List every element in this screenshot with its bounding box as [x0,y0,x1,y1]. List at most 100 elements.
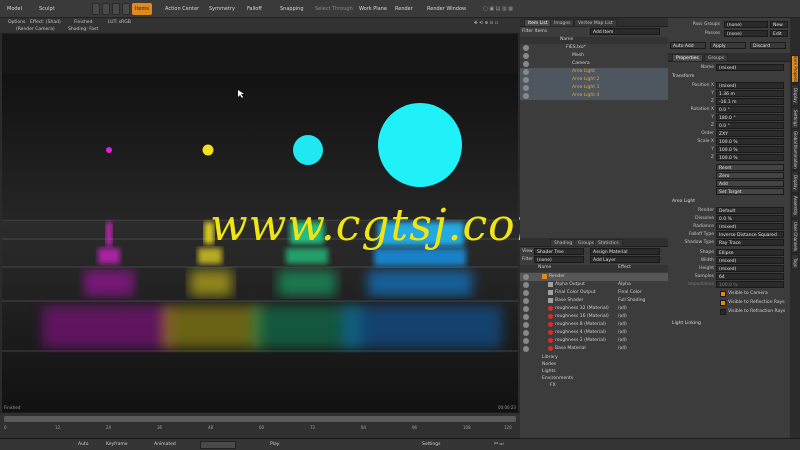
polygon-select-icon[interactable] [112,3,120,15]
visibility-eye-icon[interactable] [523,274,529,280]
visibility-eye-icon[interactable] [523,290,529,296]
shader-row[interactable]: Base Material (all) [520,345,668,353]
model-tab[interactable]: Model [4,3,25,15]
layout-icons[interactable]: ▢ ▣ ▤ ▥ ▦ [480,3,516,15]
position-z-field[interactable]: -16.1 m [716,98,784,105]
auto-add-button[interactable]: Auto Add [670,42,706,49]
pass-groups-dropdown[interactable]: (none) [724,21,768,28]
add-layer-dropdown[interactable]: Add Layer [590,256,660,263]
falloff-type-dropdown[interactable]: Inverse Distance Squared [716,231,784,238]
list-item[interactable]: Area Light 2 [520,76,668,84]
side-tab-settings[interactable]: Settings [791,107,799,129]
dissolve-field[interactable]: 0.0 % [716,215,784,222]
visibility-eye-icon[interactable] [523,282,529,288]
view-dropdown[interactable]: Shader Tree [534,248,584,255]
play-button[interactable]: Play [268,441,281,449]
column-effect-header[interactable]: Effect [618,264,631,272]
area-light-1[interactable] [106,147,112,153]
width-field[interactable]: (mixed) [716,257,784,264]
side-tab-display[interactable]: Display [791,84,799,106]
shape-dropdown[interactable]: Ellipse [716,249,784,256]
visible-to-camera-checkbox[interactable] [720,291,726,297]
discard-button[interactable]: Discard [750,42,786,49]
tab-shading[interactable]: Shading [550,239,577,247]
area-light-4[interactable] [378,103,462,187]
viewport-nav-icons[interactable]: ✥ ⟲ ⊕ ⊙ ▫ [474,20,498,27]
snapping-button[interactable]: Snapping [277,3,307,15]
folder-fx[interactable]: FX [550,382,556,390]
position-x-field[interactable]: (mixed) [716,82,784,89]
shader-row[interactable]: roughness 4 (Material) (all) [520,329,668,337]
apply-button[interactable]: Apply [710,42,746,49]
area-light-header[interactable]: Area Light [672,198,695,206]
passes-dropdown[interactable]: (none) [724,30,768,37]
list-item[interactable]: Camera [520,60,668,68]
visibility-eye-icon[interactable] [523,346,529,352]
area-light-3[interactable] [293,135,323,165]
sculpt-tab[interactable]: Sculpt [36,3,58,15]
timeline-ruler[interactable]: 0 12 24 36 48 60 72 84 96 108 120 [4,423,516,437]
shadow-type-dropdown[interactable]: Ray Trace [716,239,784,246]
add-button[interactable]: Add [716,180,784,187]
shader-row[interactable]: Render [520,273,668,281]
visibility-eye-icon[interactable] [523,314,529,320]
side-tab-display-2[interactable]: Display [791,171,799,193]
list-item[interactable]: Area Light [520,68,668,76]
position-y-field[interactable]: 1.36 m [716,90,784,97]
items-mode-button[interactable]: Items [132,3,152,15]
filter-dropdown[interactable]: (none) [534,256,584,263]
scale-z-field[interactable]: 100.0 % [716,154,784,161]
visibility-eye-icon[interactable] [523,338,529,344]
shader-row[interactable]: Base Shader Full Shading [520,297,668,305]
shader-row[interactable]: roughness 2 (Material) (all) [520,337,668,345]
playback-icons[interactable]: ⏮ ⏭ [492,441,506,449]
height-field[interactable]: (mixed) [716,265,784,272]
add-item-dropdown[interactable]: Add Item [590,28,660,35]
light-linking-header[interactable]: Light Linking [672,320,701,328]
timeline[interactable]: 0 12 24 36 48 60 72 84 96 108 120 [0,412,520,438]
settings-button[interactable]: Settings [420,441,442,449]
list-item[interactable]: Area Light 3 [520,84,668,92]
render-window-button[interactable]: Render Window [424,3,469,15]
shader-row[interactable]: roughness 16 (Material) (all) [520,313,668,321]
camera-dropdown[interactable]: (Render Camera) [16,26,55,33]
symmetry-button[interactable]: Symmetry [206,3,238,15]
reset-button[interactable]: Reset [716,164,784,171]
rotation-z-field[interactable]: 0.0 ° [716,122,784,129]
falloff-button[interactable]: Falloff [244,3,265,15]
assign-material-button[interactable]: Assign Material [590,248,660,255]
new-button[interactable]: New [770,21,788,28]
tab-images[interactable]: Images [550,19,575,27]
render-dropdown[interactable]: Default [716,207,784,214]
keyframe-filter[interactable]: Keyframe [104,441,130,449]
options-menu[interactable]: Options [8,19,25,26]
rotation-y-field[interactable]: 180.0 ° [716,114,784,121]
shader-row[interactable]: Final Color Output Final Color [520,289,668,297]
set-target-button[interactable]: Set Target [716,188,784,195]
vertex-select-icon[interactable] [92,3,100,15]
timeline-range-slider[interactable] [4,416,516,422]
shader-row[interactable]: Alpha Output Alpha [520,281,668,289]
tab-groups[interactable]: Groups [704,54,729,62]
side-tab-item-properties[interactable]: Item Properties [791,55,799,87]
side-tab-user-channels[interactable]: User Channels [791,219,799,253]
visibility-eye-icon[interactable] [523,330,529,336]
material-select-icon[interactable] [122,3,130,15]
edge-select-icon[interactable] [102,3,110,15]
visibility-eye-icon[interactable] [523,306,529,312]
list-item[interactable]: Area Light 4 [520,92,668,100]
side-tab-assembly[interactable]: Assembly [791,194,799,218]
visible-to-refraction-checkbox[interactable] [720,309,726,315]
visibility-eye-icon[interactable] [523,61,529,67]
scale-x-field[interactable]: 100.0 % [716,138,784,145]
visibility-eye-icon[interactable] [523,85,529,91]
shader-row[interactable]: roughness 32 (Material) (all) [520,305,668,313]
action-center-button[interactable]: Action Center [162,3,202,15]
visibility-eye-icon[interactable] [523,322,529,328]
scale-y-field[interactable]: 100.0 % [716,146,784,153]
name-field[interactable]: (mixed) [716,64,784,71]
shading-dropdown[interactable]: Shading: Fast [68,26,98,33]
radiance-field[interactable]: (mixed) [716,223,784,230]
visible-to-reflection-checkbox[interactable] [720,300,726,306]
visibility-eye-icon[interactable] [523,53,529,59]
